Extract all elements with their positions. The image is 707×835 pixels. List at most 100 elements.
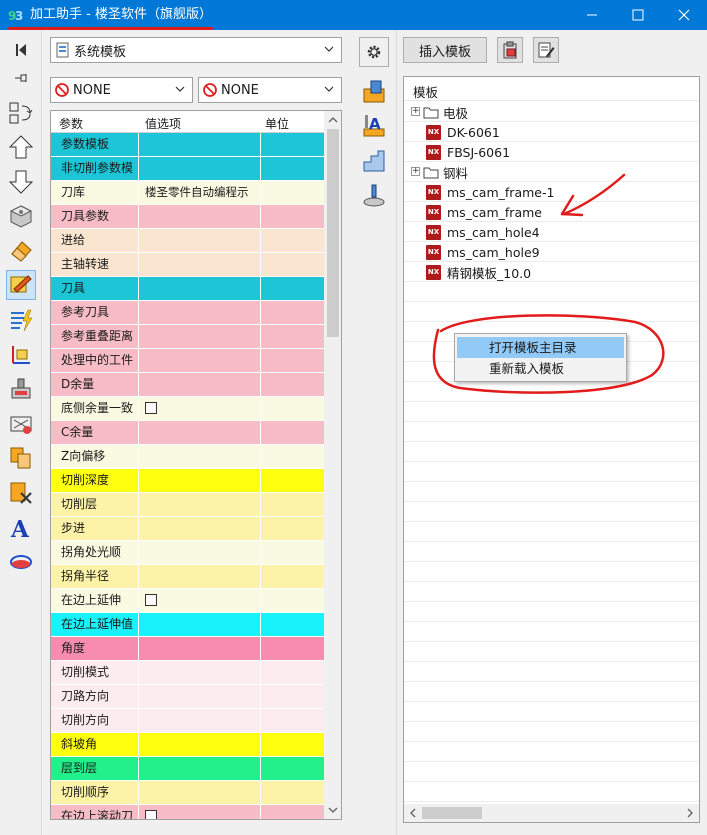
table-row[interactable]: 参数模板 <box>51 133 324 157</box>
param-value-cell[interactable] <box>140 589 261 612</box>
table-row[interactable]: 切削模式 <box>51 661 324 685</box>
table-row[interactable]: D余量 <box>51 373 324 397</box>
refresh-order-button[interactable] <box>6 98 36 128</box>
mill-contour-button[interactable] <box>359 146 389 176</box>
param-value-cell[interactable] <box>140 469 261 492</box>
table-row[interactable]: 刀路方向 <box>51 685 324 709</box>
minimize-button[interactable] <box>569 0 615 30</box>
table-row[interactable]: 参考重叠距离 <box>51 325 324 349</box>
template-dropdown[interactable]: 系统模板 <box>50 37 342 63</box>
tree-item[interactable]: 钢料 <box>423 162 468 182</box>
move-up-button[interactable] <box>6 132 36 162</box>
table-row[interactable]: 刀具 <box>51 277 324 301</box>
table-row[interactable]: 非切削参数模 <box>51 157 324 181</box>
param-value-cell[interactable] <box>140 733 261 756</box>
tree-scroll-thumb[interactable] <box>422 807 482 819</box>
table-row[interactable]: 刀库 楼圣零件自动编程示 <box>51 181 324 205</box>
param-value-cell[interactable] <box>140 397 261 420</box>
edit-template-button[interactable] <box>533 37 559 63</box>
none-dropdown-1[interactable]: NONE <box>50 77 193 103</box>
tree-item[interactable]: 电极 <box>423 102 468 122</box>
param-value-cell[interactable] <box>140 421 261 444</box>
param-value-cell[interactable] <box>140 661 261 684</box>
param-value-cell[interactable] <box>140 253 261 276</box>
paste-template-button[interactable] <box>497 37 523 63</box>
grid-vertical-scrollbar[interactable] <box>324 111 341 819</box>
table-row[interactable]: 参考刀具 <box>51 301 324 325</box>
coordinate-button[interactable] <box>6 340 36 370</box>
table-row[interactable]: 刀具参数 <box>51 205 324 229</box>
param-value-cell[interactable] <box>140 685 261 708</box>
tree-item[interactable]: NX ms_cam_hole4 <box>426 222 540 242</box>
table-row[interactable]: 拐角半径 <box>51 565 324 589</box>
checkbox[interactable] <box>145 810 157 819</box>
batch-button[interactable] <box>6 443 36 473</box>
table-row[interactable]: 角度 <box>51 637 324 661</box>
toolpath-button[interactable] <box>6 547 36 577</box>
table-row[interactable]: 拐角处光顺 <box>51 541 324 565</box>
workpiece-button[interactable] <box>6 201 36 231</box>
table-row[interactable]: 在边上延伸 <box>51 589 324 613</box>
param-value-cell[interactable] <box>140 637 261 660</box>
tree-item[interactable]: NX DK-6061 <box>426 122 500 142</box>
param-value-cell[interactable] <box>140 157 261 180</box>
table-row[interactable]: 主轴转速 <box>51 253 324 277</box>
drill-button[interactable] <box>359 181 389 211</box>
maximize-button[interactable] <box>615 0 661 30</box>
checkbox[interactable] <box>145 594 157 606</box>
menu-item-open-template-dir[interactable]: 打开模板主目录 <box>457 337 624 358</box>
table-row[interactable]: 在边上滚动刀 <box>51 805 324 819</box>
param-value-cell[interactable] <box>140 517 261 540</box>
grid-scroll-thumb[interactable] <box>327 129 339 337</box>
settings-button[interactable] <box>359 37 389 67</box>
param-value-cell[interactable] <box>140 301 261 324</box>
simulate-button[interactable] <box>6 409 36 439</box>
param-value-cell[interactable] <box>140 373 261 396</box>
param-value-cell[interactable] <box>140 229 261 252</box>
table-row[interactable]: 进给 <box>51 229 324 253</box>
param-value-cell[interactable] <box>140 349 261 372</box>
table-row[interactable]: 切削方向 <box>51 709 324 733</box>
generate-button[interactable] <box>6 305 36 335</box>
param-value-cell[interactable] <box>140 757 261 780</box>
param-value-cell[interactable] <box>140 445 261 468</box>
param-value-cell[interactable] <box>140 277 261 300</box>
param-value-cell[interactable] <box>140 781 261 804</box>
pin-button[interactable] <box>6 63 36 93</box>
expand-toggle[interactable]: + <box>411 107 420 116</box>
param-value-cell[interactable] <box>140 709 261 732</box>
table-row[interactable]: 底侧余量一致 <box>51 397 324 421</box>
table-row[interactable]: 切削深度 <box>51 469 324 493</box>
operation-button[interactable] <box>6 270 36 300</box>
param-value-cell[interactable] <box>140 541 261 564</box>
collapse-panel-button[interactable] <box>6 35 36 65</box>
table-row[interactable]: C余量 <box>51 421 324 445</box>
expand-toggle[interactable]: + <box>411 167 420 176</box>
tree-item[interactable]: NX ms_cam_frame-1 <box>426 182 554 202</box>
none-dropdown-2[interactable]: NONE <box>198 77 342 103</box>
tree-item[interactable]: NX FBSJ-6061 <box>426 142 510 162</box>
menu-item-reload-templates[interactable]: 重新载入模板 <box>457 358 624 379</box>
param-value-cell[interactable]: 楼圣零件自动编程示 <box>140 181 261 204</box>
table-row[interactable]: 步进 <box>51 517 324 541</box>
param-value-cell[interactable] <box>140 133 261 156</box>
delete-op-button[interactable] <box>6 478 36 508</box>
tree-horizontal-scrollbar[interactable] <box>404 804 699 822</box>
checkbox[interactable] <box>145 402 157 414</box>
close-button[interactable] <box>661 0 707 30</box>
param-value-cell[interactable] <box>140 805 261 819</box>
mill-text-button[interactable]: A <box>359 111 389 141</box>
tree-item[interactable]: NX ms_cam_frame <box>426 202 542 222</box>
param-value-cell[interactable] <box>140 613 261 636</box>
post-process-button[interactable] <box>6 374 36 404</box>
table-row[interactable]: 处理中的工件 <box>51 349 324 373</box>
table-row[interactable]: 切削层 <box>51 493 324 517</box>
table-row[interactable]: 斜坡角 <box>51 733 324 757</box>
material-button[interactable] <box>6 236 36 266</box>
param-value-cell[interactable] <box>140 325 261 348</box>
table-row[interactable]: 层到层 <box>51 757 324 781</box>
table-row[interactable]: 在边上延伸值 <box>51 613 324 637</box>
tree-item[interactable]: NX 精钢模板_10.0 <box>426 262 531 282</box>
mill-planar-button[interactable] <box>359 77 389 107</box>
text-button[interactable]: A <box>6 513 36 543</box>
